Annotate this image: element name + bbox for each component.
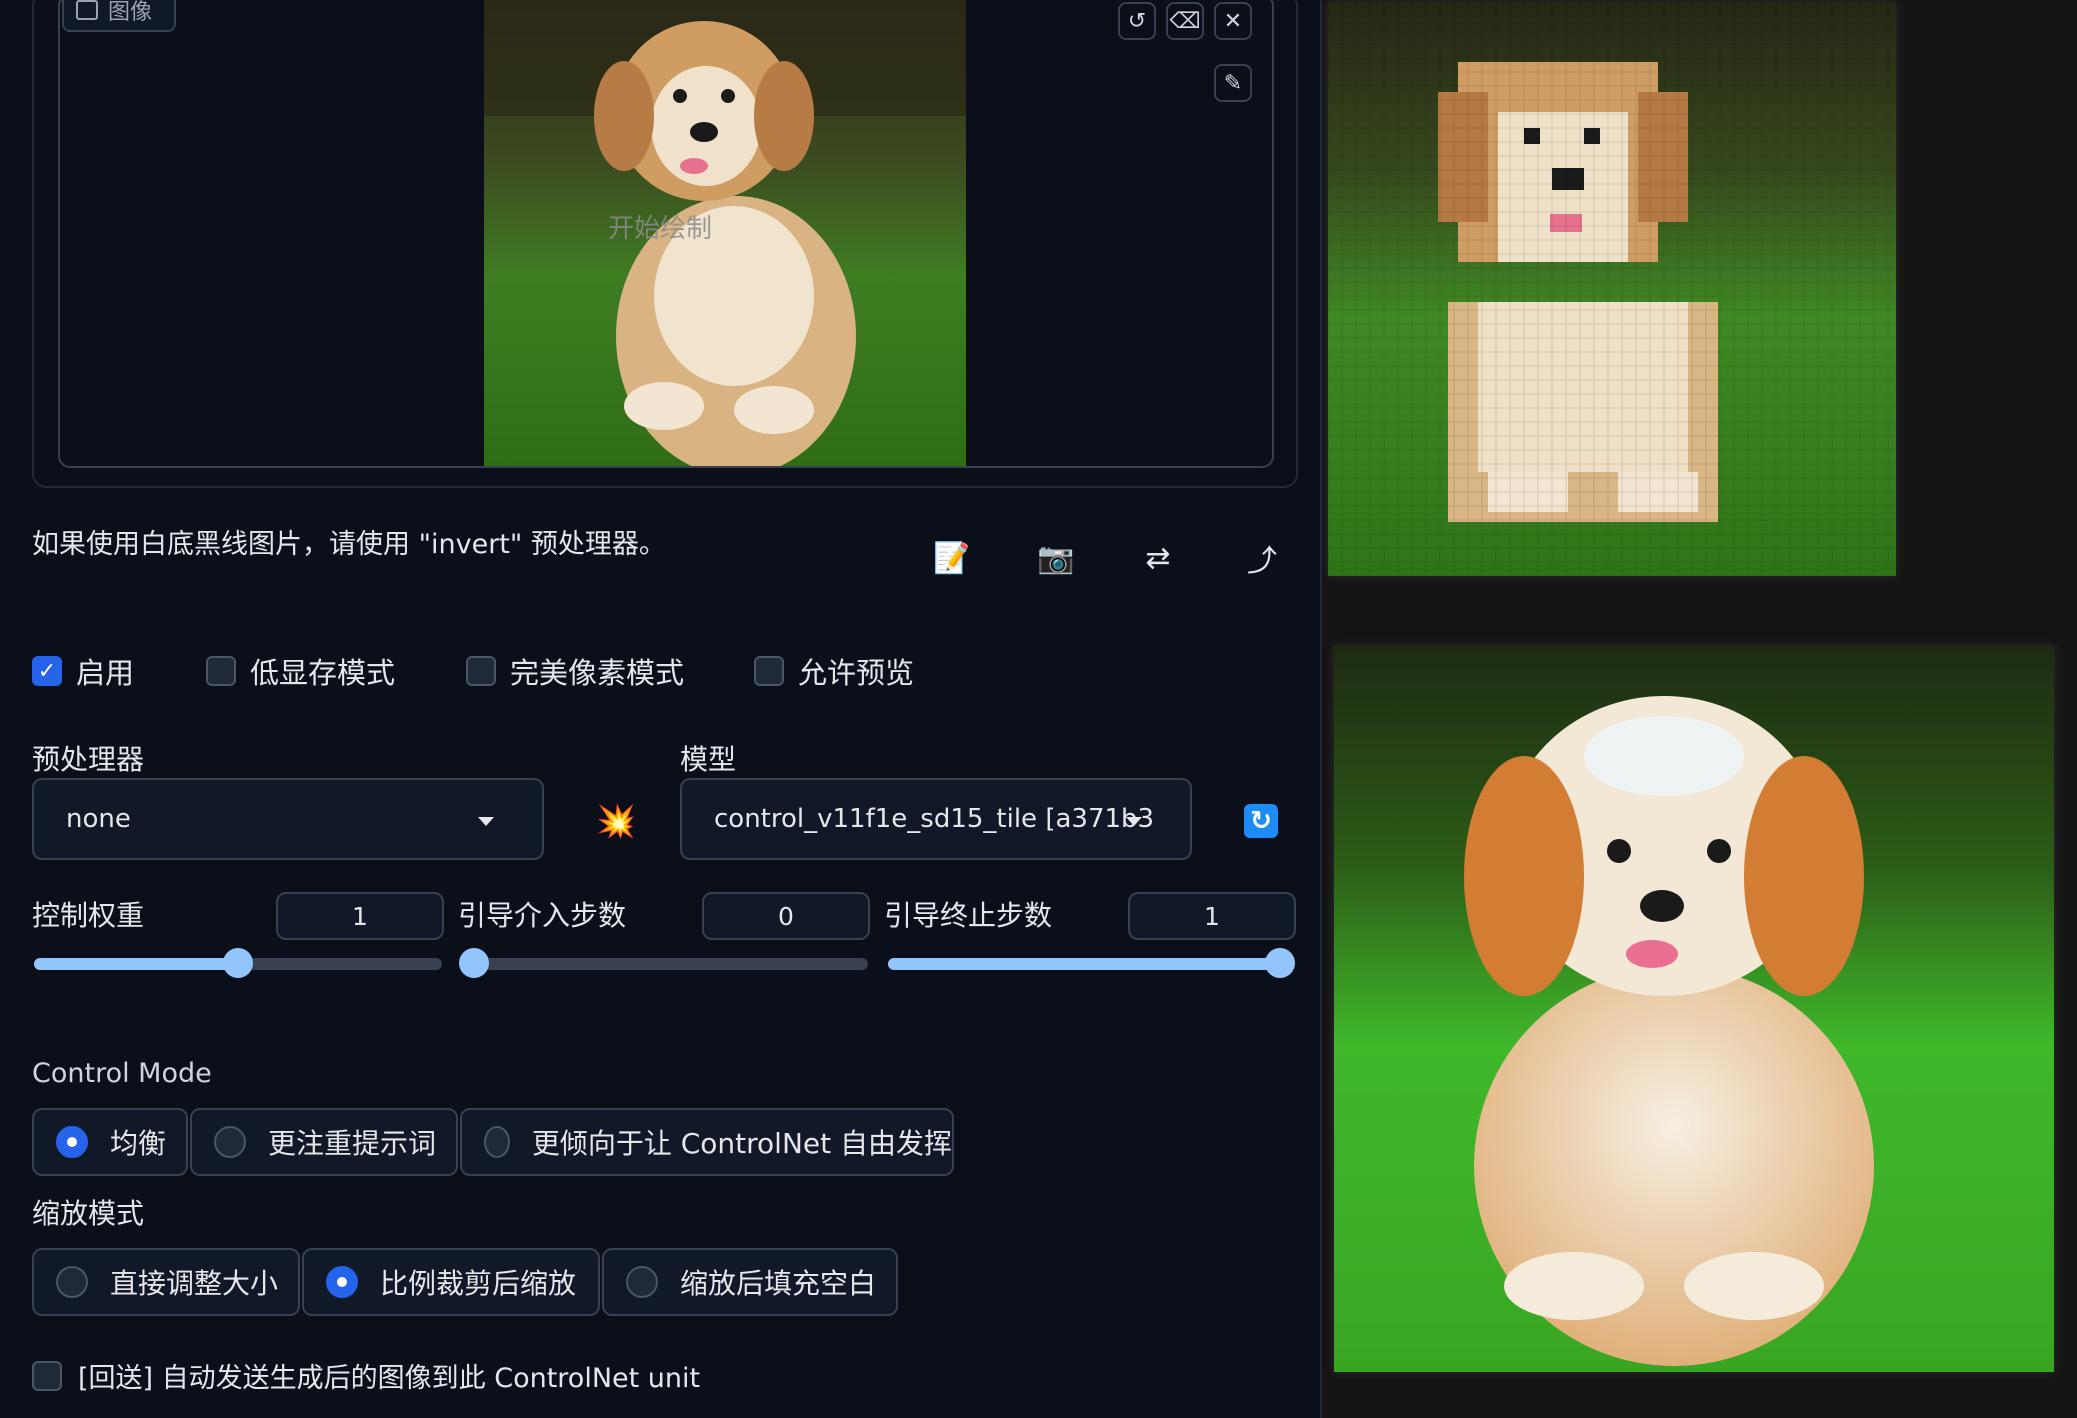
radio-label: 比例裁剪后缩放	[380, 1267, 577, 1300]
control-weight-slider[interactable]	[34, 948, 442, 978]
check-icon: ✓	[32, 656, 62, 686]
checkbox-box	[466, 656, 496, 686]
guidance-start-label: 引导介入步数	[458, 899, 627, 932]
control-weight-input[interactable]: 1	[276, 892, 444, 940]
slider-fill	[888, 958, 1280, 970]
radio-label: 直接调整大小	[110, 1267, 279, 1300]
guidance-start-input[interactable]: 0	[702, 892, 870, 940]
slider-handle[interactable]	[223, 948, 253, 978]
checkbox-label: 低显存模式	[250, 656, 396, 690]
resize-mode-just-resize[interactable]: 直接调整大小	[32, 1248, 300, 1316]
guidance-end-label: 引导终止步数	[884, 899, 1053, 932]
radio-label: 缩放后填充空白	[680, 1267, 877, 1300]
guidance-end-input[interactable]: 1	[1128, 892, 1296, 940]
chevron-down-icon	[1126, 817, 1142, 826]
radio-label: 均衡	[110, 1127, 167, 1160]
chevron-down-icon	[478, 817, 494, 826]
control-mode-balanced[interactable]: 均衡	[32, 1108, 188, 1176]
eraser-icon[interactable]: ⌫	[1166, 2, 1204, 40]
controlnet-panel: 图像 开始绘制 ↺ ⌫ ✕ ✎ 如果使用白底黑线图片，请使用 "invert" …	[0, 0, 1322, 1418]
checkbox-box	[32, 1360, 62, 1391]
slider-fill	[34, 958, 238, 970]
enable-checkbox[interactable]: ✓ 启用	[32, 650, 134, 692]
pixel-perfect-checkbox[interactable]: 完美像素模式	[466, 650, 684, 692]
image-label-text: 图像	[108, 0, 153, 25]
input-dog-image	[484, 0, 966, 466]
invert-hint-text: 如果使用白底黑线图片，请使用 "invert" 预处理器。	[32, 529, 666, 560]
resize-mode-fill[interactable]: 缩放后填充空白	[602, 1248, 898, 1316]
model-label: 模型	[680, 743, 737, 776]
radio-dot	[326, 1266, 358, 1298]
checkbox-box	[206, 656, 236, 686]
loopback-label: [回送] 自动发送生成后的图像到此 ControlNet unit	[78, 1363, 701, 1394]
close-icon[interactable]: ✕	[1214, 2, 1252, 40]
low-vram-checkbox[interactable]: 低显存模式	[206, 650, 395, 692]
refresh-models-icon[interactable]: ↻	[1244, 804, 1278, 838]
control-weight-label: 控制权重	[32, 899, 145, 932]
slider-handle[interactable]	[1265, 948, 1295, 978]
run-preprocessor-icon[interactable]: 💥	[596, 802, 636, 840]
control-mode-controlnet[interactable]: 更倾向于让 ControlNet 自由发挥	[460, 1108, 954, 1176]
preprocessor-label: 预处理器	[32, 743, 145, 776]
control-mode-title: Control Mode	[32, 1058, 212, 1089]
radio-dot	[214, 1126, 246, 1158]
checkbox-label: 完美像素模式	[510, 656, 685, 690]
loopback-checkbox[interactable]: [回送] 自动发送生成后的图像到此 ControlNet unit	[32, 1356, 700, 1395]
image-icon	[76, 0, 98, 20]
control-mode-prompt[interactable]: 更注重提示词	[190, 1108, 458, 1176]
radio-dot	[56, 1266, 88, 1298]
slider-handle[interactable]	[459, 948, 489, 978]
results-panel	[1322, 0, 2077, 1418]
radio-dot	[626, 1266, 658, 1298]
note-icon[interactable]: 📝	[930, 536, 974, 580]
model-dropdown[interactable]: control_v11f1e_sd15_tile [a371b3	[680, 778, 1192, 860]
preprocessed-pixelated-dog-image[interactable]	[1328, 2, 1896, 576]
radio-label: 更注重提示词	[268, 1127, 437, 1160]
radio-dot	[484, 1126, 510, 1158]
generated-dog-image[interactable]	[1334, 646, 2054, 1372]
start-drawing-button[interactable]: 开始绘制	[608, 208, 712, 245]
swap-icon[interactable]: ⇄	[1136, 536, 1180, 580]
undo-icon[interactable]: ↺	[1118, 2, 1156, 40]
checkbox-label: 启用	[76, 656, 135, 690]
image-tab-label: 图像	[62, 0, 176, 32]
preprocessor-dropdown[interactable]: none	[32, 778, 544, 860]
checkbox-box	[754, 656, 784, 686]
guidance-start-slider[interactable]	[459, 948, 868, 978]
resize-mode-crop-resize[interactable]: 比例裁剪后缩放	[302, 1248, 600, 1316]
resize-mode-title: 缩放模式	[32, 1197, 145, 1230]
allow-preview-checkbox[interactable]: 允许预览	[754, 650, 914, 692]
preprocessor-value: none	[66, 804, 131, 834]
model-value: control_v11f1e_sd15_tile [a371b3	[714, 804, 1155, 834]
guidance-end-slider[interactable]	[888, 948, 1295, 978]
radio-label: 更倾向于让 ControlNet 自由发挥	[531, 1127, 952, 1160]
send-dimensions-icon[interactable]: ⤴	[1240, 536, 1284, 580]
radio-dot	[56, 1126, 88, 1158]
brush-icon[interactable]: ✎	[1214, 64, 1252, 102]
checkbox-label: 允许预览	[798, 656, 915, 690]
camera-icon[interactable]: 📷	[1034, 536, 1078, 580]
